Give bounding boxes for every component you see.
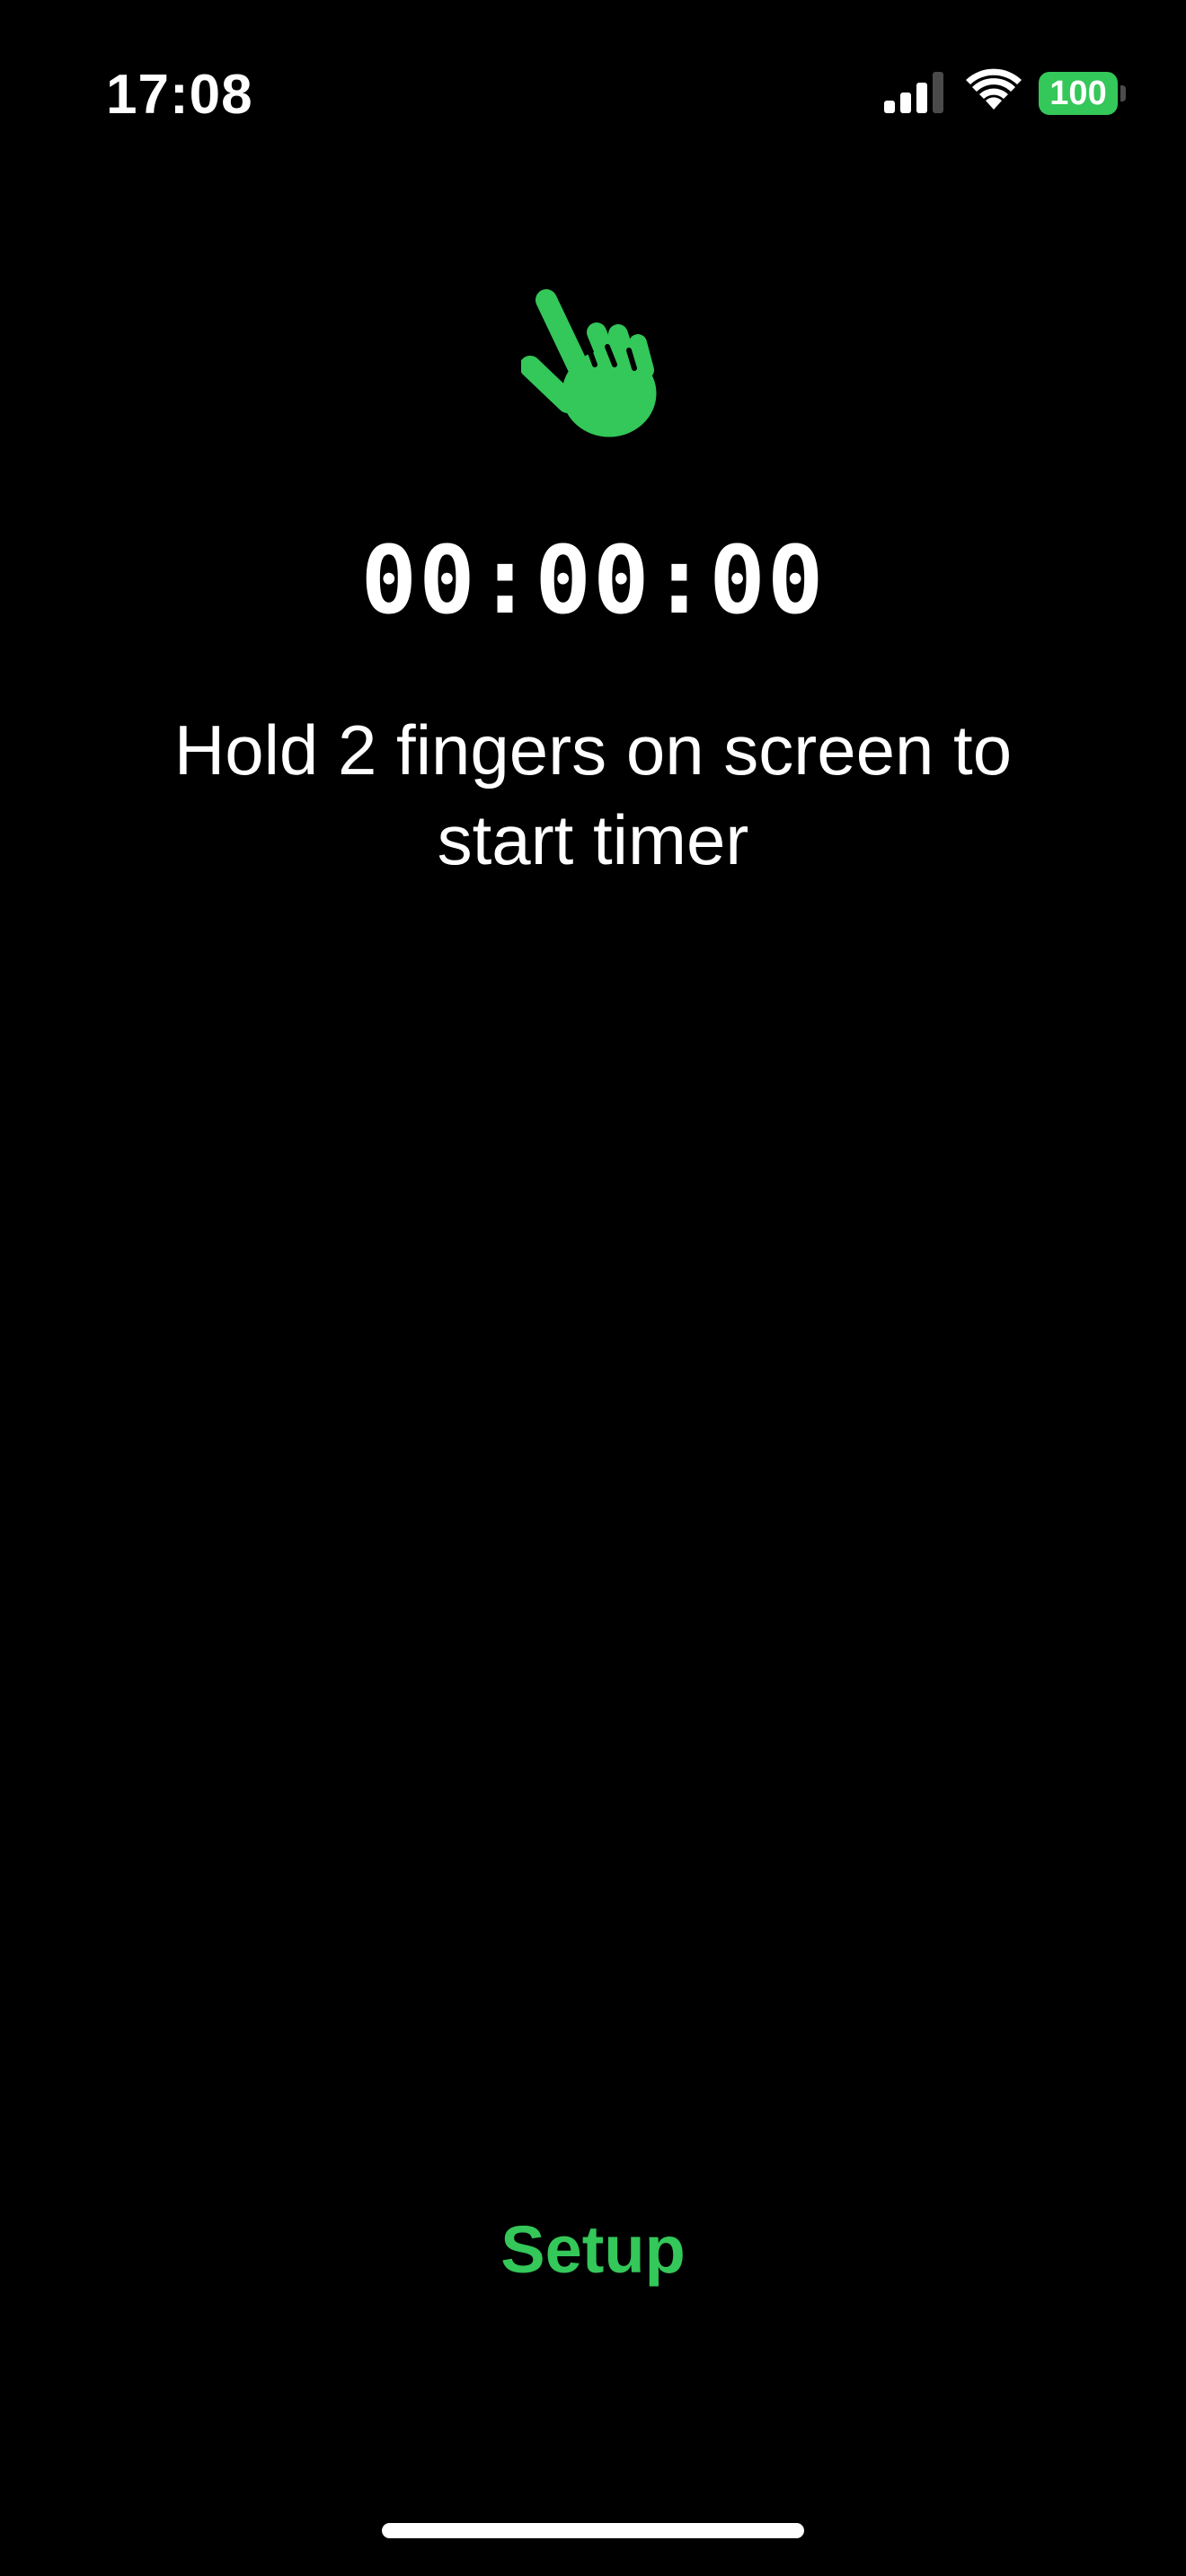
timer-display: 00:00:00 xyxy=(360,525,826,635)
wifi-icon xyxy=(966,68,1022,110)
instruction-text: Hold 2 fingers on screen to start timer xyxy=(173,710,1013,879)
battery-cap xyxy=(1120,85,1126,101)
setup-button[interactable]: Setup xyxy=(413,2201,773,2299)
battery-icon: 100 xyxy=(1039,72,1126,115)
home-indicator[interactable] xyxy=(382,2523,804,2538)
hand-point-icon xyxy=(521,289,657,437)
cellular-signal-icon xyxy=(884,72,943,113)
battery-level: 100 xyxy=(1039,72,1118,115)
status-bar: 17:08 100 xyxy=(0,0,1186,180)
status-time: 17:08 xyxy=(106,64,253,126)
